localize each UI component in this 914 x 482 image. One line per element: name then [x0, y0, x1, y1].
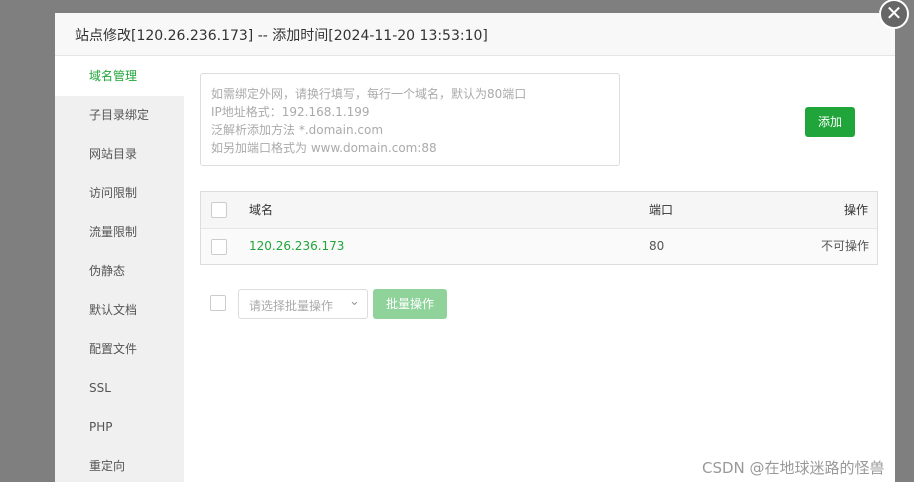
site-edit-dialog: 站点修改[120.26.236.173] -- 添加时间[2024-11-20 … — [55, 13, 895, 482]
chevron-down-icon: ⌄ — [349, 294, 360, 309]
action-text: 不可操作 — [821, 239, 870, 253]
domain-input[interactable]: 如需绑定外网，请换行填写，每行一个域名，默认为80端口 IP地址格式：192.1… — [200, 73, 620, 166]
dialog-header: 站点修改[120.26.236.173] -- 添加时间[2024-11-20 … — [55, 13, 895, 56]
placeholder-line: 如需绑定外网，请换行填写，每行一个域名，默认为80端口 — [211, 87, 527, 101]
sidebar-item-php[interactable]: PHP — [55, 408, 184, 447]
sidebar-item-ssl[interactable]: SSL — [55, 369, 184, 408]
batch-select-checkbox[interactable] — [210, 295, 226, 311]
sidebar-item-subdirectory-binding[interactable]: 子目录绑定 — [55, 96, 184, 135]
batch-operation-select[interactable]: 请选择批量操作 ⌄ — [238, 289, 368, 319]
sidebar-item-domain-management[interactable]: 域名管理 — [55, 57, 184, 96]
close-icon[interactable]: ✕ — [879, 0, 909, 29]
batch-select-placeholder: 请选择批量操作 — [249, 299, 334, 313]
placeholder-line: 泛解析添加方法 *.domain.com — [211, 123, 384, 137]
sidebar-item-rewrite[interactable]: 伪静态 — [55, 252, 184, 291]
sidebar-item-default-document[interactable]: 默认文档 — [55, 291, 184, 330]
placeholder-line: IP地址格式：192.168.1.199 — [211, 105, 370, 119]
table-row: 120.26.236.173 80 不可操作 — [201, 229, 877, 264]
placeholder-line: 如另加端口格式为 www.domain.com:88 — [211, 141, 437, 155]
column-header-port: 端口 — [649, 203, 674, 217]
column-header-domain: 域名 — [249, 203, 274, 217]
domain-link[interactable]: 120.26.236.173 — [249, 229, 344, 264]
batch-operation-button[interactable]: 批量操作 — [373, 289, 447, 319]
sidebar: 域名管理 子目录绑定 网站目录 访问限制 流量限制 伪静态 默认文档 配置文件 … — [55, 57, 184, 482]
add-domain-button[interactable]: 添加 — [805, 107, 855, 137]
domain-table: 域名 端口 操作 120.26.236.173 80 不可操作 — [200, 191, 878, 265]
sidebar-item-redirect[interactable]: 重定向 — [55, 447, 184, 482]
row-checkbox[interactable] — [211, 239, 227, 255]
dialog-title: 站点修改[120.26.236.173] -- 添加时间[2024-11-20 … — [75, 28, 488, 44]
column-header-action: 操作 — [844, 203, 869, 217]
select-all-checkbox[interactable] — [211, 202, 227, 218]
sidebar-item-access-restriction[interactable]: 访问限制 — [55, 174, 184, 213]
sidebar-item-site-directory[interactable]: 网站目录 — [55, 135, 184, 174]
watermark: CSDN @在地球迷路的怪兽 — [702, 459, 885, 477]
sidebar-item-config-file[interactable]: 配置文件 — [55, 330, 184, 369]
table-header: 域名 端口 操作 — [201, 192, 877, 229]
port-value: 80 — [649, 239, 665, 253]
sidebar-item-traffic-limit[interactable]: 流量限制 — [55, 213, 184, 252]
